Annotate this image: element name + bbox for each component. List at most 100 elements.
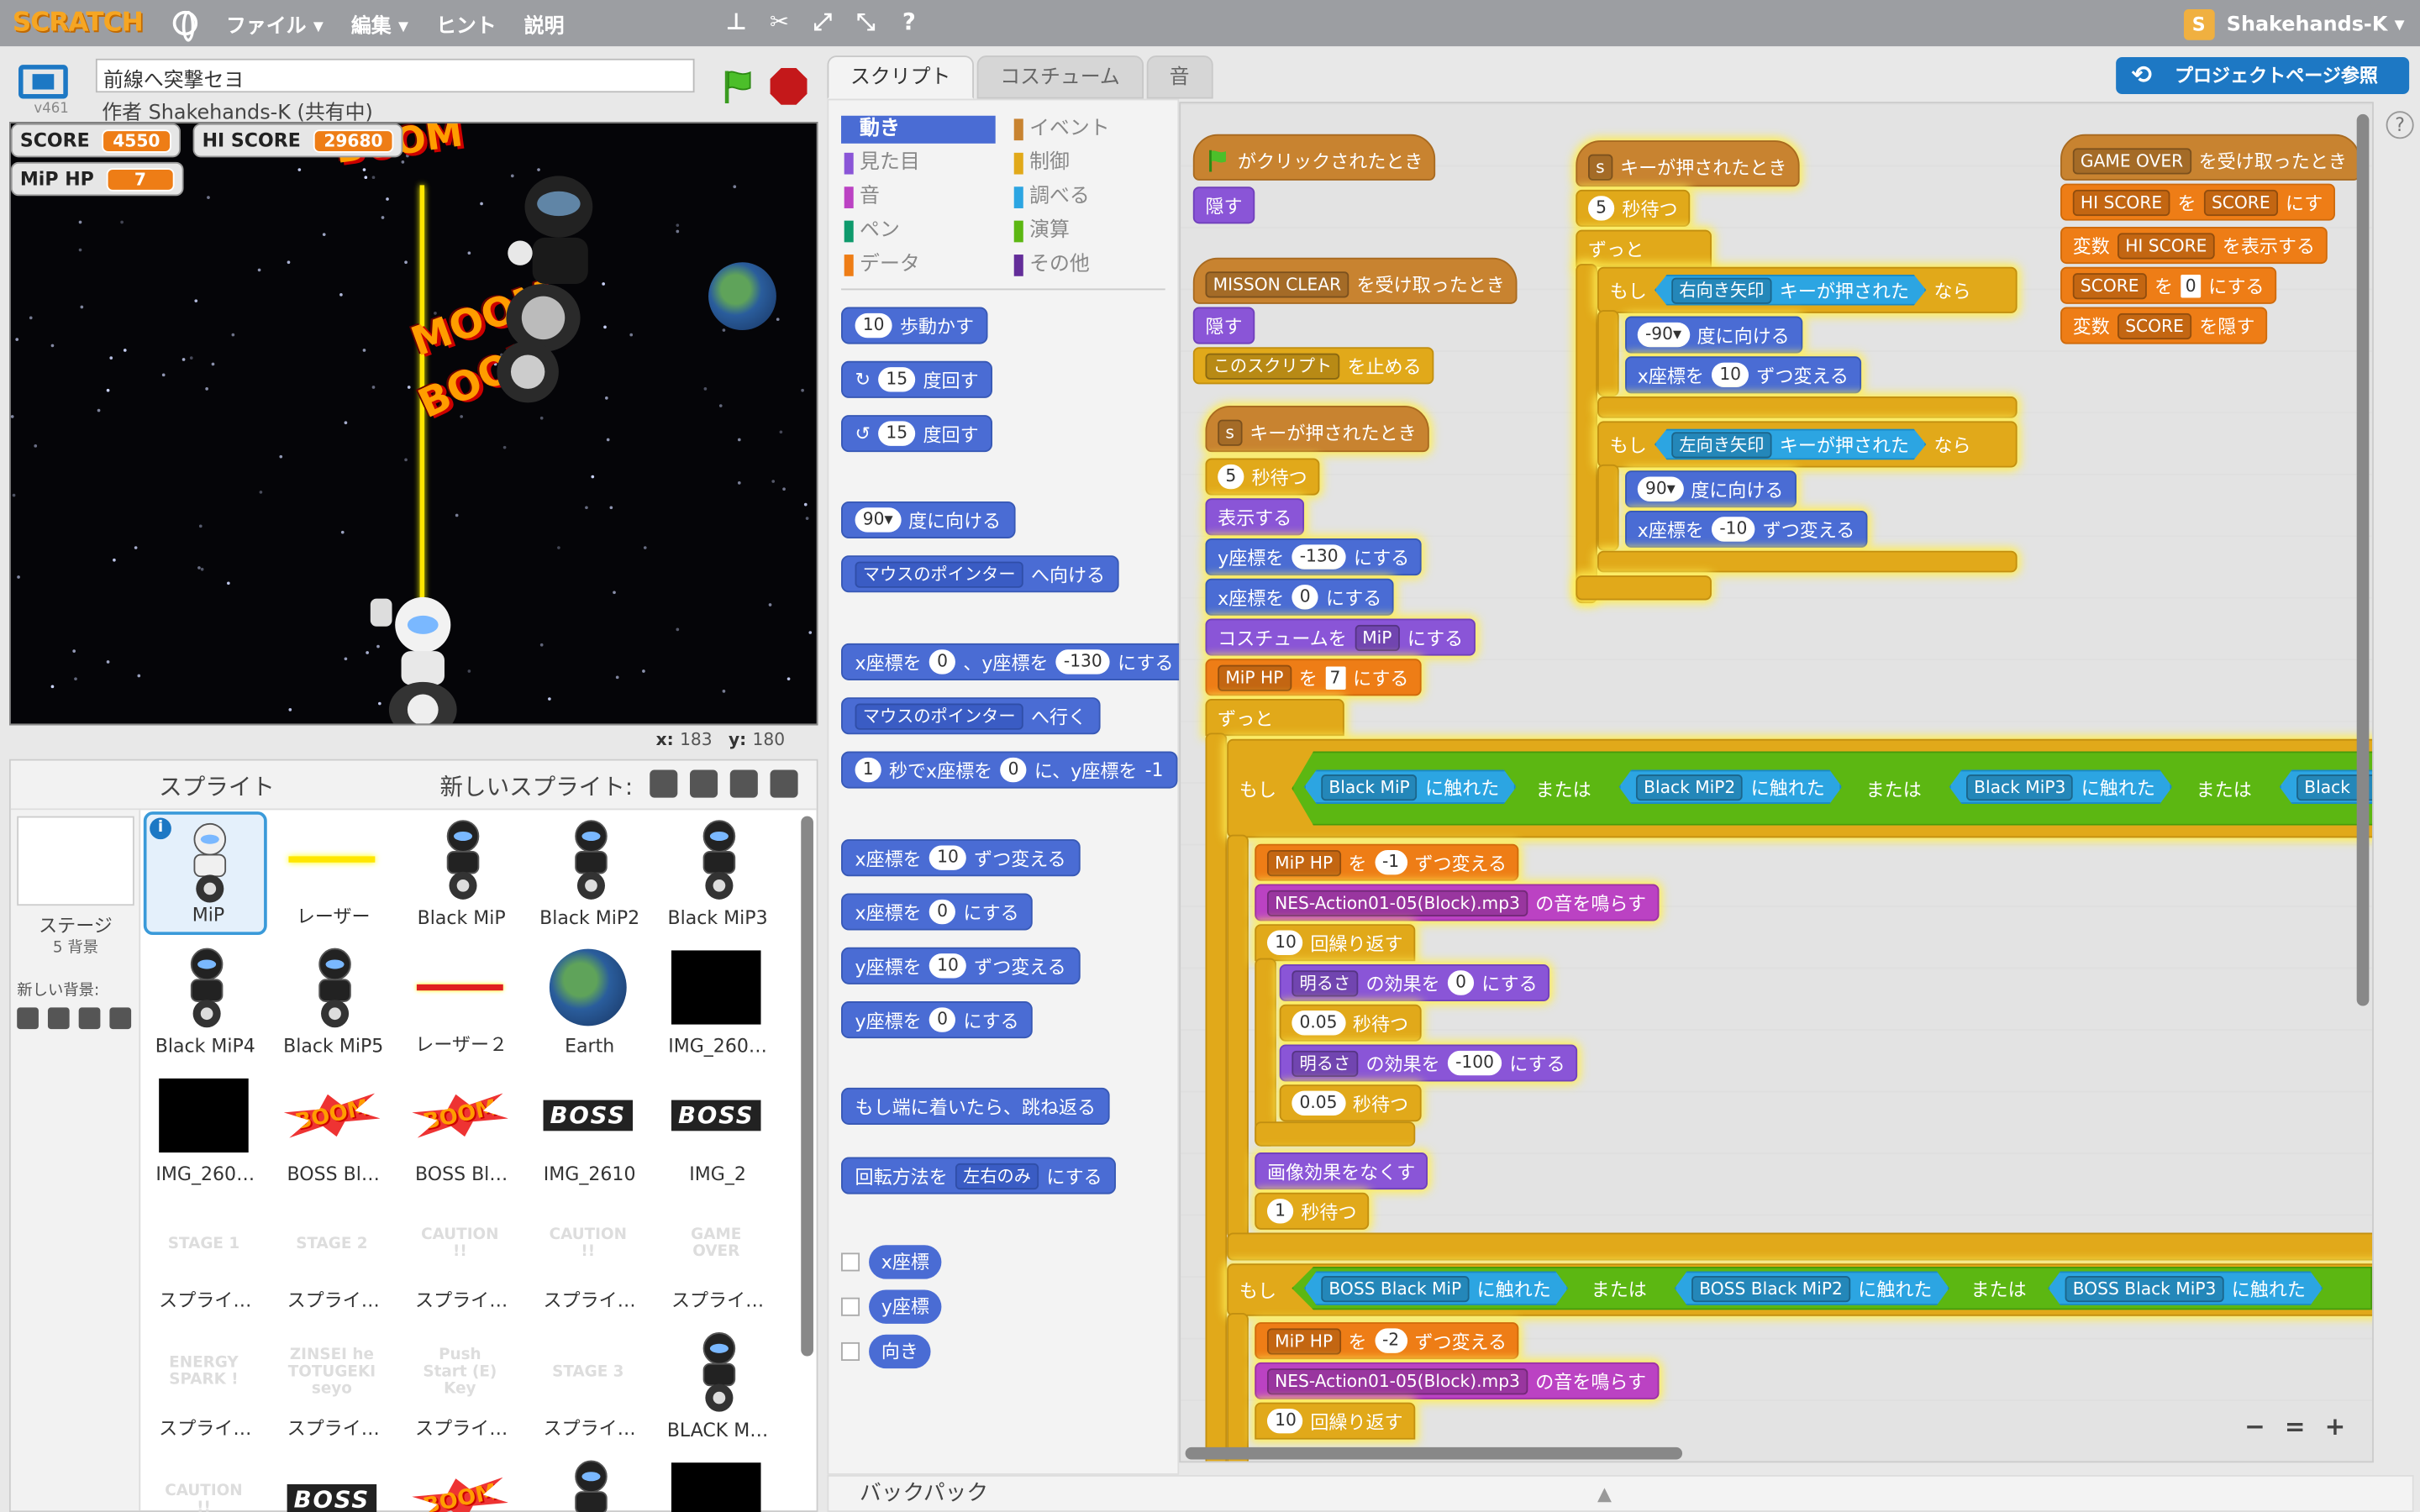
y-position-reporter[interactable]: y座標 (869, 1289, 942, 1324)
category-7[interactable]: 演算 (1011, 218, 1181, 245)
set-variable-block[interactable]: HI SCORE を SCORE にす (2060, 183, 2335, 221)
show-variable-block[interactable]: 変数 HI SCORE を表示する (2060, 227, 2328, 265)
wait-block[interactable]: 0.05 秒待つ (1279, 1004, 1421, 1042)
dropdown[interactable]: Black MiP2 (1636, 774, 1744, 800)
set-x-block[interactable]: x座標を 0 にする (1205, 578, 1395, 616)
glide-block[interactable]: 1 秒でx座標を 0 に、y座標を -1 (841, 751, 1178, 789)
sprite-tile[interactable] (528, 1452, 651, 1512)
change-variable-block[interactable]: MiP HP を -1 ずつ変える (1255, 843, 1519, 881)
go-to-block[interactable]: マウスのポインター へ行く (841, 697, 1101, 735)
dropdown[interactable]: HI SCORE (2118, 232, 2215, 259)
set-variable-block[interactable]: MiP HP を 7 にする (1205, 659, 1422, 696)
category-5[interactable]: 調べる (1011, 184, 1181, 212)
menu-file[interactable]: ファイル ▾ (226, 8, 324, 38)
touching-condition[interactable]: BOSS Black MiP に触れた (1304, 1271, 1568, 1305)
input[interactable]: 1 (855, 757, 881, 783)
input[interactable]: 0 (2181, 274, 2202, 297)
input[interactable]: 0 (1000, 757, 1027, 783)
clear-effects-block[interactable]: 画像効果をなくす (1255, 1152, 1428, 1190)
block-help-icon[interactable]: ? (895, 8, 923, 35)
input[interactable]: 0 (1447, 970, 1475, 995)
dropdown[interactable]: MiP HP (1218, 664, 1292, 690)
script-vertical-scrollbar[interactable] (2356, 113, 2370, 1006)
see-project-page-button[interactable]: プロジェクトページ参照 (2116, 56, 2410, 95)
upload-icon[interactable] (78, 1007, 101, 1030)
touching-condition[interactable]: BOSS Black MiP3 に触れた (2048, 1271, 2323, 1305)
zoom-in-icon[interactable]: + (2321, 1413, 2349, 1441)
y-position-checkbox[interactable] (841, 1297, 860, 1316)
category-8[interactable]: データ (841, 251, 1011, 279)
if-block[interactable]: もし 右向き矢印 キーが押された なら (1597, 266, 2018, 313)
dropdown[interactable]: 明るさ (1292, 1049, 1359, 1077)
input[interactable]: 0 (929, 1007, 956, 1032)
shrink-icon[interactable]: ⤡ (852, 8, 880, 35)
change-x-block[interactable]: x座標を 10 ずつ変える (1625, 356, 1861, 394)
presentation-mode-button[interactable] (18, 65, 68, 99)
grow-icon[interactable]: ⤢ (808, 8, 836, 35)
menu-tips[interactable]: ヒント (436, 8, 497, 38)
sprite-tile[interactable]: CAUTION !! スプライ… (400, 1195, 523, 1319)
dropdown[interactable]: s (1588, 153, 1612, 180)
input[interactable]: 1 (1266, 1199, 1294, 1224)
input[interactable]: -130 (1055, 649, 1110, 675)
input[interactable]: 10 (1712, 362, 1749, 388)
sprite-tile[interactable]: BOOM (400, 1452, 523, 1512)
wait-block[interactable]: 0.05 秒待つ (1279, 1084, 1421, 1122)
input[interactable]: 7 (1325, 665, 1345, 690)
direction-checkbox[interactable] (841, 1341, 860, 1362)
wait-block[interactable]: 5 秒待つ (1576, 189, 1691, 228)
sprite-tile[interactable]: BOSS (271, 1452, 395, 1512)
sprite-tile[interactable]: i MiP (143, 811, 267, 936)
sprite-tile[interactable]: レーザー (271, 811, 395, 935)
input[interactable]: 15 (878, 367, 916, 392)
set-effect-block[interactable]: 明るさ の効果を 0 にする (1279, 963, 1550, 1002)
category-6[interactable]: ペン (841, 218, 1011, 245)
repeat-block[interactable]: 10 回繰り返す (1255, 924, 1416, 962)
zoom-out-icon[interactable]: − (2241, 1413, 2269, 1441)
sprite-tile[interactable]: Black MiP4 (144, 940, 267, 1063)
expand-triangle-icon[interactable]: ▲ (1597, 1477, 1612, 1510)
sprite-tile[interactable]: BOOM BOSS Bl… (400, 1068, 523, 1191)
set-effect-block[interactable]: 明るさ の効果を -100 にする (1279, 1044, 1578, 1082)
dropdown[interactable]: HI SCORE (2072, 189, 2170, 216)
mip-hp-monitor[interactable]: MiP HP 7 (10, 161, 184, 197)
when-receive-block[interactable]: MISSON CLEAR を受け取ったとき (1192, 257, 1518, 304)
hide-block[interactable]: 隠す (1192, 186, 1255, 224)
input[interactable]: -10 (1712, 517, 1755, 542)
paint-brush-icon[interactable] (690, 769, 718, 798)
x-position-reporter[interactable]: x座標 (869, 1245, 942, 1279)
menu-about[interactable]: 説明 (524, 8, 565, 38)
input[interactable]: 0 (1292, 585, 1318, 610)
camera-icon[interactable] (770, 769, 798, 798)
input[interactable]: 5 (1218, 464, 1244, 490)
sprite-list-scrollbar[interactable] (801, 816, 813, 1357)
key-pressed-condition[interactable]: 左向き矢印 キーが押された (1655, 429, 1926, 460)
hide-block[interactable]: 隠す (1192, 307, 1255, 344)
user-menu[interactable]: S Shakehands-K ▾ (2183, 9, 2405, 40)
if-block[interactable]: もし 左向き矢印 キーが押された なら (1597, 421, 2018, 468)
show-block[interactable]: 表示する (1205, 498, 1305, 536)
touching-condition[interactable]: Black MiP2 に触れた (1619, 770, 1842, 804)
dropdown[interactable]: このスクリプト (1205, 352, 1340, 379)
sprite-library-icon[interactable] (650, 769, 678, 798)
dropdown[interactable]: MiP (1355, 623, 1400, 651)
sprite-tile[interactable]: Black MiP (400, 811, 523, 935)
point-direction-block[interactable]: 90▾ 度に向ける (1625, 470, 1797, 508)
backpack-bar[interactable]: バックパック ▲ (827, 1474, 2414, 1512)
input[interactable]: 10 (929, 953, 966, 979)
change-x-block[interactable]: x座標を -10 ずつ変える (1625, 510, 1867, 549)
dropdown[interactable]: BOSS Black MiP (1321, 1275, 1469, 1301)
input[interactable]: -100 (1447, 1050, 1502, 1076)
when-key-pressed-block[interactable]: s キーが押されたとき (1205, 406, 1429, 453)
script-horizontal-scrollbar[interactable] (1185, 1446, 1683, 1460)
backdrop-library-icon[interactable] (17, 1007, 39, 1030)
sprite-tile[interactable]: Black MiP3 (656, 811, 780, 935)
sprite-tile[interactable]: STAGE 2 スプライ… (271, 1195, 395, 1319)
category-4[interactable]: 音 (841, 184, 1011, 212)
dropdown[interactable]: s (1218, 418, 1243, 445)
wait-block[interactable]: 5 秒待つ (1205, 458, 1320, 496)
stage-selector[interactable]: ステージ 5 背景 新しい背景: (10, 810, 141, 1511)
switch-costume-block[interactable]: コスチュームを MiP にする (1205, 618, 1476, 656)
sprite-tile[interactable]: BLACK M… (656, 1324, 780, 1447)
sprite-tile[interactable]: ZINSEI he TOTUGEKI seyo スプライ… (271, 1324, 395, 1447)
